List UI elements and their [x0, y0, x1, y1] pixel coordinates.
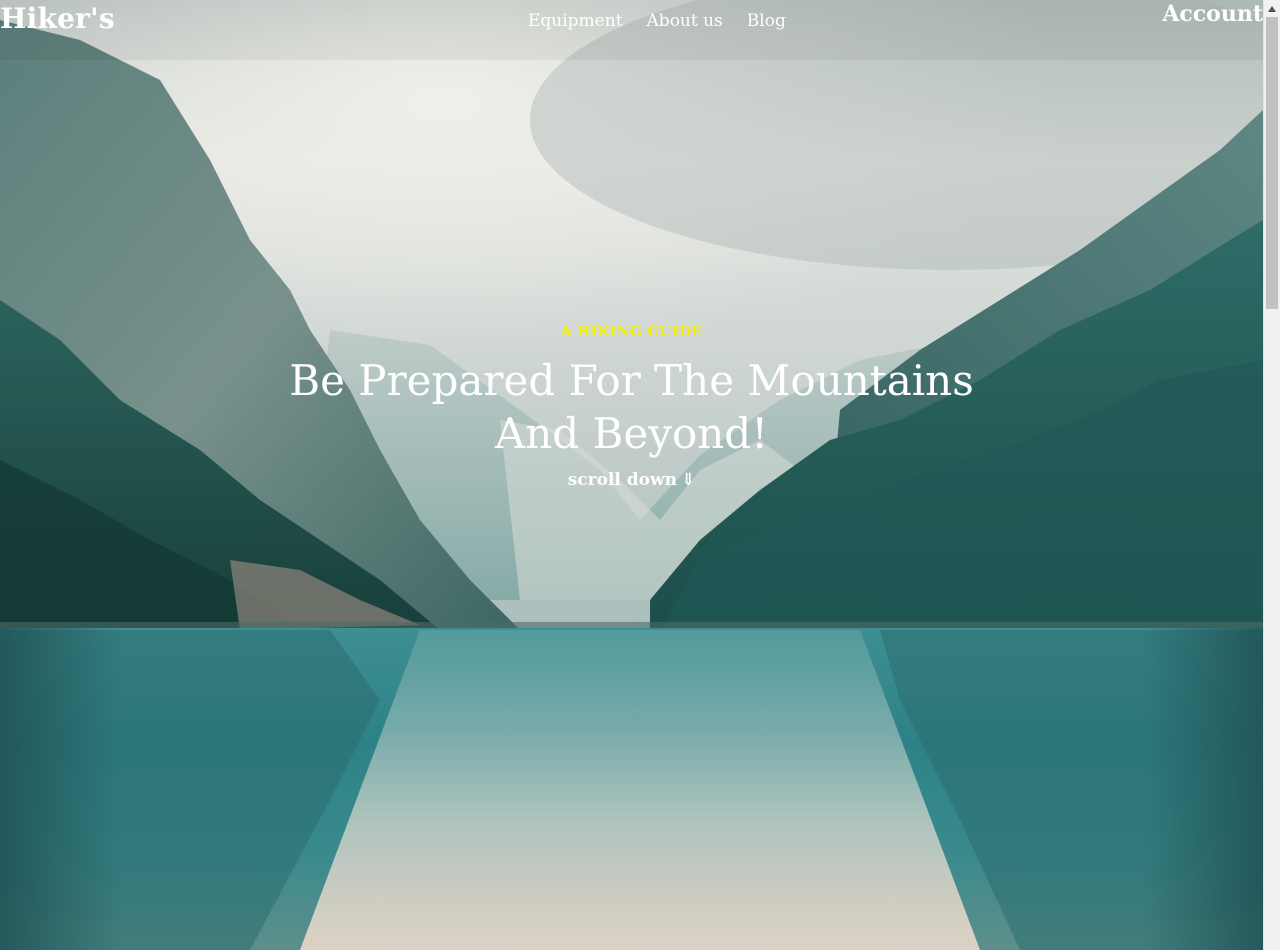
scrollbar-thumb[interactable]: [1266, 17, 1278, 309]
scroll-down-label: scroll down: [567, 470, 678, 490]
hero-section: A HIKING GUIDE Be Prepared For The Mount…: [0, 324, 1263, 490]
nav-link-about-us[interactable]: About us: [647, 11, 723, 31]
vertical-scrollbar[interactable]: [1263, 0, 1280, 950]
page-viewport: Hiker's Equipment About us Blog Account …: [0, 0, 1263, 950]
scroll-down-link[interactable]: scroll down ⇓: [568, 470, 696, 490]
hero-headline: Be Prepared For The Mountains And Beyond…: [289, 356, 974, 458]
nav-link-blog[interactable]: Blog: [747, 11, 786, 31]
main-nav: Equipment About us Blog: [528, 11, 786, 31]
nav-link-equipment[interactable]: Equipment: [528, 11, 623, 31]
account-link[interactable]: Account: [1162, 1, 1263, 27]
brand-logo-text[interactable]: Hiker's: [0, 2, 115, 35]
scroll-up-arrow-icon[interactable]: [1264, 0, 1280, 17]
hero-eyebrow: A HIKING GUIDE: [560, 324, 703, 340]
double-arrow-down-icon: ⇓: [681, 470, 696, 490]
